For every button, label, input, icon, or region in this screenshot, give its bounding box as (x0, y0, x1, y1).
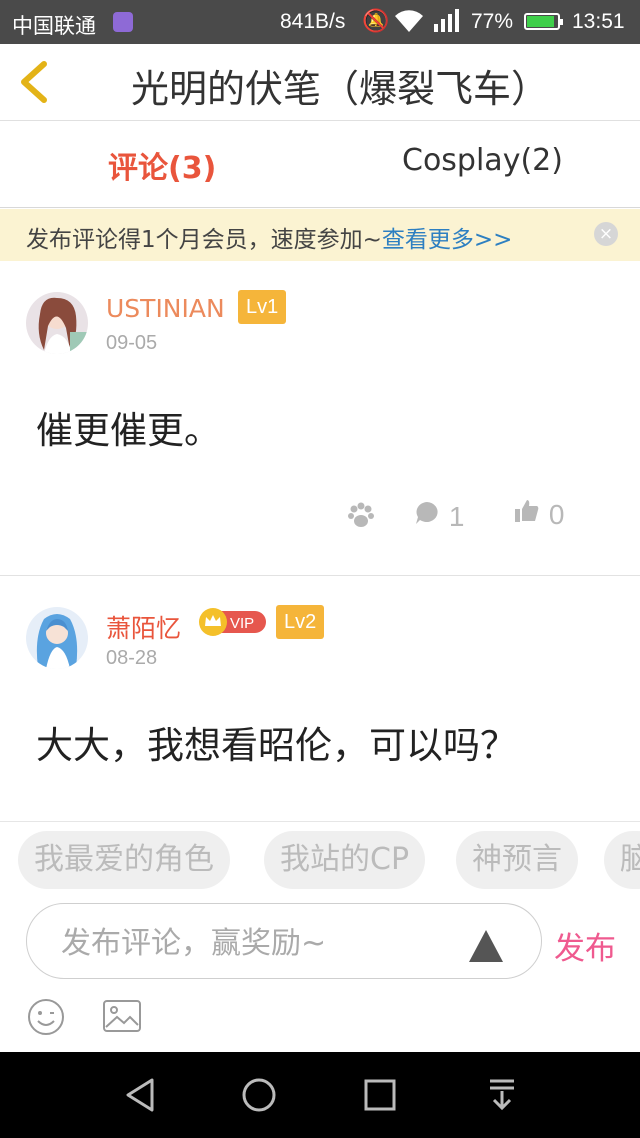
page-title: 光明的伏笔（爆裂飞车） (130, 67, 549, 111)
wifi-icon (392, 8, 426, 40)
app-notification-icon (113, 12, 133, 32)
comment-input[interactable]: 发布评论，赢奖励~ (26, 903, 542, 979)
paw-icon[interactable] (346, 500, 376, 537)
like-button[interactable]: 0 (514, 498, 564, 531)
level-badge: Lv1 (238, 290, 287, 324)
view-more-link[interactable]: 查看更多>> (382, 227, 513, 253)
chevron-left-icon (21, 61, 47, 103)
back-button[interactable] (14, 58, 58, 106)
notice-text: 发布评论得1个月会员，速度参加~查看更多>> (26, 227, 513, 253)
mute-icon: 🔕 (362, 8, 390, 33)
comment-item: 萧陌忆 VIP Lv2 08-28 大大，我想看昭伦，可以吗？ (0, 577, 640, 820)
username[interactable]: USTINIAN (106, 294, 225, 323)
tag-chip[interactable]: 我最爱的角色 (18, 831, 230, 889)
nav-home-icon[interactable] (240, 1076, 278, 1114)
promo-notice: 发布评论得1个月会员，速度参加~查看更多>> × (0, 209, 640, 261)
avatar[interactable] (26, 607, 88, 669)
tag-chip[interactable]: 脑 (604, 831, 640, 889)
carrier-name: 中国联通 (12, 15, 96, 38)
tab-bar: 评论(3) Cosplay(2) (0, 121, 640, 208)
composer-tools (0, 987, 640, 1051)
publish-button[interactable]: 发布 (554, 923, 616, 968)
reply-count: 1 (448, 501, 465, 532)
image-icon[interactable] (102, 999, 142, 1033)
clock: 13:51 (572, 10, 625, 33)
username[interactable]: 萧陌忆 (106, 609, 181, 645)
level-badge: Lv2 (276, 605, 325, 639)
battery-percent: 77% (471, 10, 514, 33)
nav-back-icon[interactable] (122, 1076, 158, 1114)
like-count: 0 (548, 499, 565, 530)
signal-icon (432, 8, 464, 40)
avatar[interactable] (26, 292, 88, 354)
tab-comments[interactable]: 评论(3) (108, 143, 216, 187)
comment-text: 催更催更。 (36, 409, 221, 452)
comment-text: 大大，我想看昭伦，可以吗？ (36, 724, 517, 767)
tag-chip[interactable]: 神预言 (456, 831, 578, 889)
comment-bubble-icon (416, 502, 438, 524)
close-icon[interactable]: × (594, 222, 618, 246)
tag-chip[interactable]: 我站的CP (264, 831, 426, 889)
comment-item: USTINIAN Lv1 09-05 催更催更。 1 0 (0, 262, 640, 576)
comment-actions: 1 0 (0, 498, 640, 538)
comment-date: 08-28 (106, 647, 158, 669)
network-speed: 841B/s (280, 10, 346, 33)
reply-button[interactable]: 1 (414, 500, 464, 533)
battery-icon (524, 13, 563, 30)
comment-input-placeholder: 发布评论，赢奖励~ (61, 926, 327, 961)
vip-badge: VIP (199, 608, 266, 636)
comment-date: 09-05 (106, 332, 158, 354)
thumbs-up-icon (515, 500, 539, 522)
system-nav-bar (0, 1052, 640, 1138)
expand-up-icon[interactable] (469, 930, 503, 962)
vip-label: VIP (230, 615, 254, 632)
tab-cosplay[interactable]: Cosplay(2) (402, 143, 563, 178)
app-header: 光明的伏笔（爆裂飞车） (0, 44, 640, 121)
topic-tags: 我最爱的角色 我站的CP 神预言 脑 (0, 821, 640, 898)
comment-composer: 发布评论，赢奖励~ 发布 (0, 897, 640, 987)
status-bar: 中国联通 841B/s 🔕 77% 13:51 (0, 0, 640, 44)
nav-notification-icon[interactable] (484, 1076, 520, 1114)
nav-recents-icon[interactable] (362, 1076, 398, 1114)
emoji-icon[interactable] (26, 997, 66, 1037)
